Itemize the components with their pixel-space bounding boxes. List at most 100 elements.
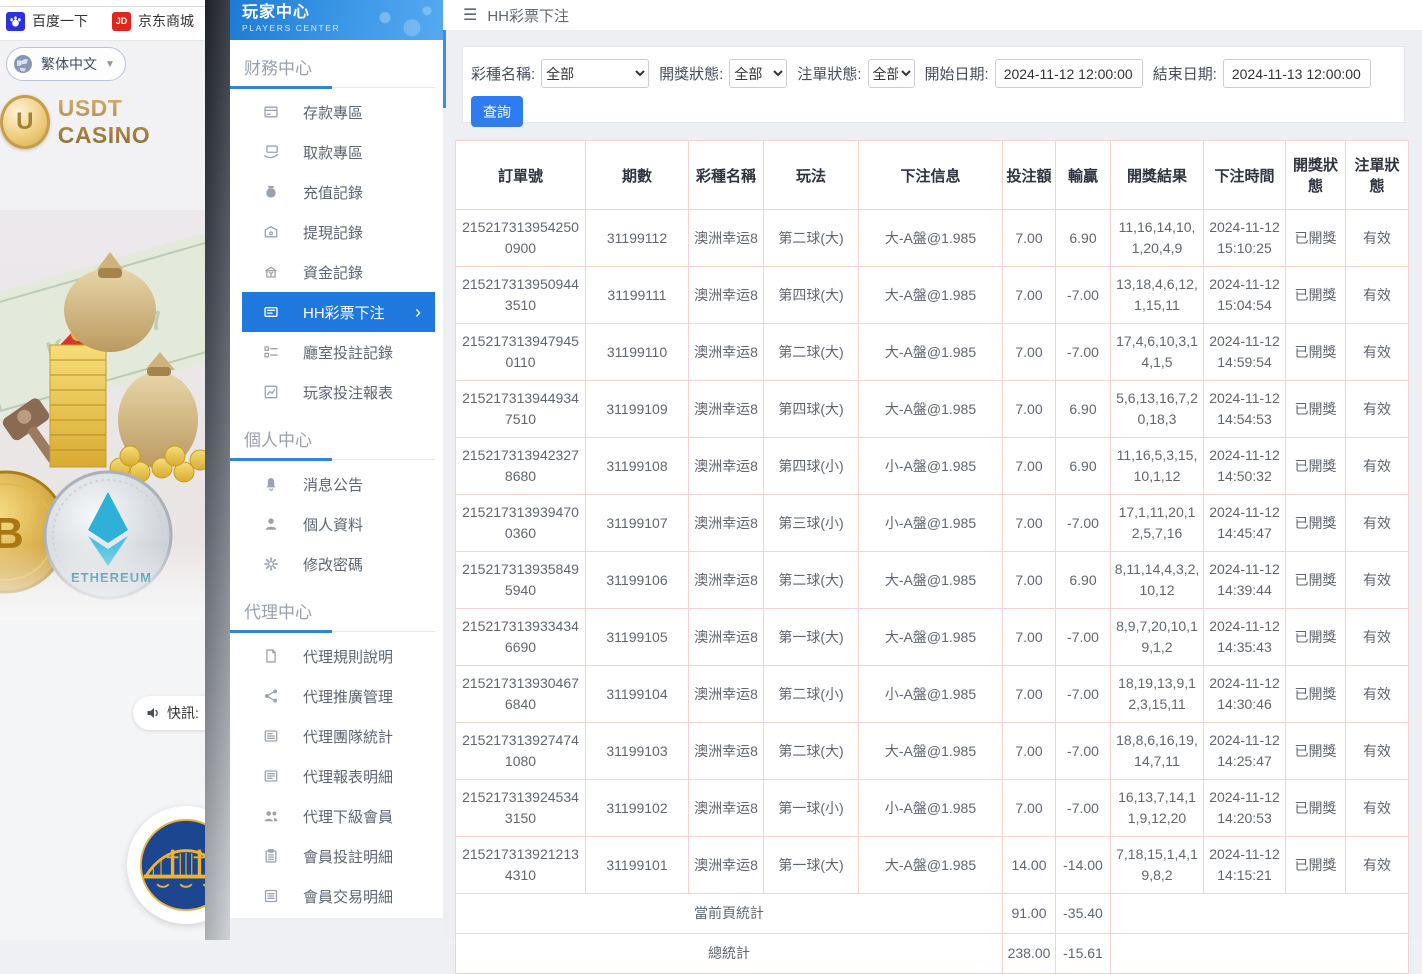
sidebar-item-label: 充值記錄 xyxy=(303,182,363,203)
menu-toggle-icon[interactable]: ☰ xyxy=(463,5,477,25)
order-status-select[interactable]: 全部 xyxy=(868,59,915,88)
person-icon xyxy=(263,516,279,532)
section-title: 個人中心 xyxy=(230,426,443,451)
marquee-label: 快訊: xyxy=(167,703,199,723)
sidebar-item-玩家投注報表[interactable]: 玩家投注報表 xyxy=(230,372,443,412)
withdraw-hand-icon xyxy=(263,144,279,160)
sidebar-item-個人資料[interactable]: 個人資料 xyxy=(230,504,443,544)
cell-draw-status: 已開獎 xyxy=(1286,552,1346,609)
cell-period: 31199104 xyxy=(586,666,689,723)
table-row: 215217313935849594031199106澳洲幸运8第二球(大)大-… xyxy=(456,552,1409,609)
table-row: 215217313947945011031199110澳洲幸运8第二球(大)大-… xyxy=(456,324,1409,381)
cell-bet-info: 小-A盤@1.985 xyxy=(859,780,1003,837)
funds-record-icon xyxy=(263,264,279,280)
lottery-filter-label: 彩種名稱: xyxy=(471,63,535,84)
cell-bet-info: 小-A盤@1.985 xyxy=(859,666,1003,723)
cell-lottery: 澳洲幸运8 xyxy=(689,267,764,324)
cell-time: 2024-11-12 15:04:54 xyxy=(1204,267,1286,324)
cell-winloss: -7.00 xyxy=(1056,666,1111,723)
search-button[interactable]: 查詢 xyxy=(471,96,523,127)
sidebar-item-label: 代理報表明細 xyxy=(303,766,393,787)
cell-play: 第三球(小) xyxy=(764,495,859,552)
cell-order-status: 有效 xyxy=(1346,723,1409,780)
sidebar-item-消息公告[interactable]: 消息公告 xyxy=(230,464,443,504)
language-label: 繁体中文 xyxy=(41,54,97,74)
bookmark-label: 京东商城 xyxy=(138,11,194,31)
sidebar-item-修改密碼[interactable]: 修改密碼 xyxy=(230,544,443,584)
sidebar-section: 财務中心存款專區取款專區充值記錄提現記錄資金記錄HH彩票下注›廳室投註記錄玩家投… xyxy=(230,54,443,412)
sidebar-item-代理報表明細[interactable]: 代理報表明細 xyxy=(230,756,443,796)
sidebar-item-廳室投註記錄[interactable]: 廳室投註記錄 xyxy=(230,332,443,372)
cell-bet-info: 小-A盤@1.985 xyxy=(859,495,1003,552)
cell-winloss: -7.00 xyxy=(1056,723,1111,780)
cell-winloss: -7.00 xyxy=(1056,495,1111,552)
end-date-input[interactable] xyxy=(1223,59,1371,88)
cell-play: 第四球(大) xyxy=(764,267,859,324)
cell-play: 第四球(小) xyxy=(764,438,859,495)
sidebar-section: 代理中心代理規則說明代理推廣管理代理團隊統計代理報表明細代理下級會員會員投註明細… xyxy=(230,598,443,916)
cell-result: 18,8,6,16,19,14,7,11 xyxy=(1111,723,1204,780)
sidebar-item-代理規則說明[interactable]: 代理規則說明 xyxy=(230,636,443,676)
cell-result: 7,18,15,1,4,19,8,2 xyxy=(1111,837,1204,894)
cell-order-status: 有效 xyxy=(1346,609,1409,666)
sidebar-item-代理推廣管理[interactable]: 代理推廣管理 xyxy=(230,676,443,716)
content-topbar: ☰ HH彩票下注 xyxy=(443,0,1422,30)
sidebar-item-代理下級會員[interactable]: 代理下級會員 xyxy=(230,796,443,836)
bookmark-京东商城[interactable]: JD京东商城 xyxy=(112,11,194,31)
sidebar-item-label: 廳室投註記錄 xyxy=(303,342,393,363)
sidebar-item-label: 代理推廣管理 xyxy=(303,686,393,707)
order-status-filter-label: 注單狀態: xyxy=(797,63,861,84)
cell-time: 2024-11-12 14:59:54 xyxy=(1204,324,1286,381)
column-header: 期數 xyxy=(586,141,689,210)
sidebar-item-資金記錄[interactable]: 資金記錄 xyxy=(230,252,443,292)
sidebar-item-充值記錄[interactable]: 充值記錄 xyxy=(230,172,443,212)
cell-play: 第一球(大) xyxy=(764,609,859,666)
promo-banner-image: KB 4627 xyxy=(0,210,207,620)
cell-order-no: 2152173139358495940 xyxy=(456,552,586,609)
background-page: 百度一下JD京东商城T天猫 繁体中文 ▼ U USDT CASINO xyxy=(0,0,207,940)
cell-result: 17,4,6,10,3,14,1,5 xyxy=(1111,324,1204,381)
bookmark-百度一下[interactable]: 百度一下 xyxy=(6,11,88,31)
bookmark-label: 百度一下 xyxy=(32,11,88,31)
sidebar-item-label: 代理下級會員 xyxy=(303,806,393,827)
start-date-input[interactable] xyxy=(995,59,1143,88)
draw-status-select[interactable]: 全部 xyxy=(729,59,787,88)
column-header: 彩種名稱 xyxy=(689,141,764,210)
globe-icon xyxy=(13,54,33,74)
cell-bet-info: 大-A盤@1.985 xyxy=(859,267,1003,324)
cell-winloss: 6.90 xyxy=(1056,552,1111,609)
report-chart-icon xyxy=(263,384,279,400)
column-header: 玩法 xyxy=(764,141,859,210)
cell-order-status: 有效 xyxy=(1346,438,1409,495)
sidebar-item-HH彩票下注[interactable]: HH彩票下注› xyxy=(242,292,435,332)
cell-winloss: -7.00 xyxy=(1056,324,1111,381)
cell-lottery: 澳洲幸运8 xyxy=(689,666,764,723)
language-selector[interactable]: 繁体中文 ▼ xyxy=(6,47,126,81)
table-row: 215217313950944351031199111澳洲幸运8第四球(大)大-… xyxy=(456,267,1409,324)
cell-bet-info: 大-A盤@1.985 xyxy=(859,552,1003,609)
sidebar-item-會員交易明細[interactable]: 會員交易明細 xyxy=(230,876,443,916)
cell-amount: 7.00 xyxy=(1003,495,1056,552)
table-row: 215217313930467684031199104澳洲幸运8第二球(小)小-… xyxy=(456,666,1409,723)
cell-draw-status: 已開獎 xyxy=(1286,723,1346,780)
sidebar-item-提現記錄[interactable]: 提現記錄 xyxy=(230,212,443,252)
cell-period: 31199112 xyxy=(586,210,689,267)
document-icon xyxy=(263,648,279,664)
table-row: 215217313921213431031199101澳洲幸运8第一球(大)大-… xyxy=(456,837,1409,894)
speaker-icon xyxy=(145,706,161,720)
logo-text: USDT CASINO xyxy=(58,95,207,149)
cell-bet-info: 小-A盤@1.985 xyxy=(859,438,1003,495)
sidebar-item-會員投註明細[interactable]: 會員投註明細 xyxy=(230,836,443,876)
sidebar-item-label: 提現記錄 xyxy=(303,222,363,243)
sidebar-item-存款專區[interactable]: 存款專區 xyxy=(230,92,443,132)
sidebar-item-代理團隊統計[interactable]: 代理團隊統計 xyxy=(230,716,443,756)
cell-order-no: 2152173139334346690 xyxy=(456,609,586,666)
sidebar-item-取款專區[interactable]: 取款專區 xyxy=(230,132,443,172)
table-row: 215217313927474108031199103澳洲幸运8第二球(大)大-… xyxy=(456,723,1409,780)
lottery-select[interactable]: 全部 xyxy=(541,59,649,88)
cell-amount: 7.00 xyxy=(1003,666,1056,723)
player-center-subtitle: PLAYERS CENTER xyxy=(242,23,443,33)
cell-amount: 7.00 xyxy=(1003,552,1056,609)
cell-lottery: 澳洲幸运8 xyxy=(689,210,764,267)
sidebar-item-label: 資金記錄 xyxy=(303,262,363,283)
